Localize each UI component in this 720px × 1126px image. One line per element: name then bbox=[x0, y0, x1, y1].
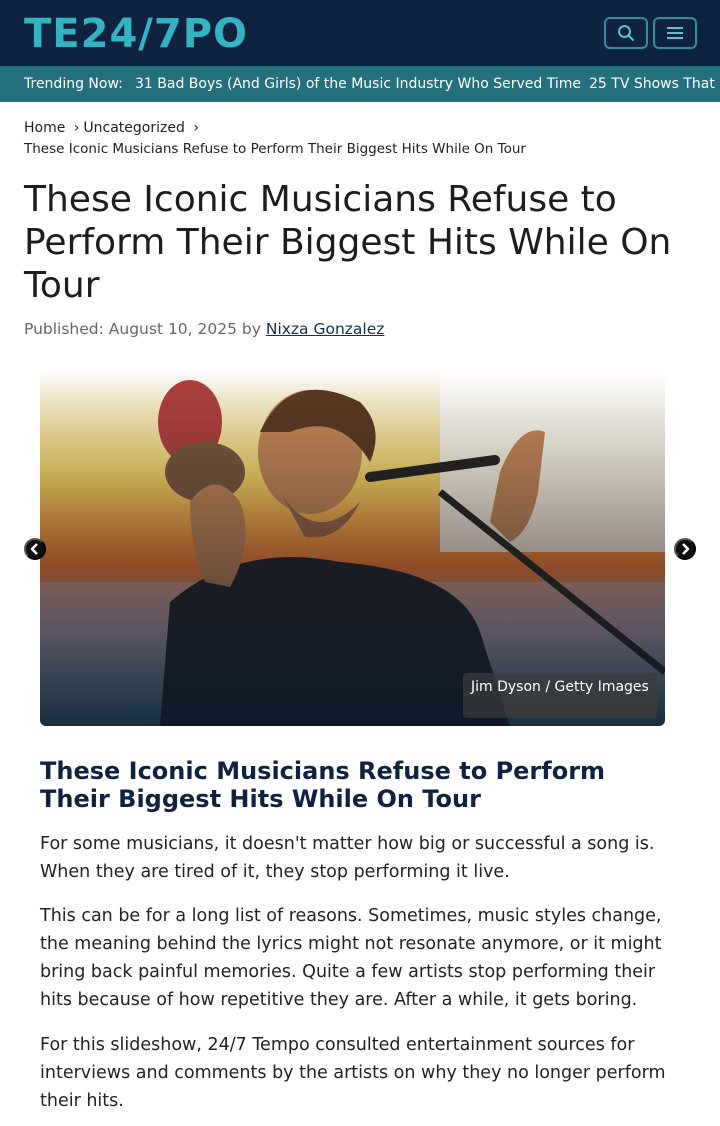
chevron-right-icon bbox=[682, 543, 690, 555]
author-link[interactable]: Nixza Gonzalez bbox=[266, 320, 385, 338]
site-header: TE24/7PO bbox=[0, 0, 720, 66]
body-paragraph: This can be for a long list of reasons. … bbox=[40, 906, 662, 1010]
breadcrumb-separator: › bbox=[73, 120, 80, 136]
trending-bar: Trending Now: 31 Bad Boys (And Girls) of… bbox=[0, 66, 720, 102]
logo-wordmark: TE24/7PO bbox=[24, 11, 249, 57]
body-paragraph: For some musicians, it doesn't matter ho… bbox=[40, 834, 655, 882]
trending-link[interactable]: 31 Bad Boys (And Girls) of the Music Ind… bbox=[135, 66, 581, 102]
published-date: Published: August 10, 2025 by bbox=[24, 320, 261, 338]
breadcrumb: Home › Uncategorized › These Iconic Music… bbox=[24, 118, 704, 160]
breadcrumb-current: These Iconic Musicians Refuse to Perform… bbox=[24, 141, 526, 157]
search-icon bbox=[618, 25, 634, 41]
body-paragraph: For this slideshow, 24/7 Tempo consulted… bbox=[40, 1035, 666, 1111]
image-credit: Jim Dyson / Getty Images bbox=[463, 673, 657, 718]
menu-button[interactable] bbox=[653, 17, 697, 49]
breadcrumb-home[interactable]: Home bbox=[24, 120, 65, 136]
article-meta: Published: August 10, 2025 by Nixza Gonz… bbox=[24, 319, 384, 339]
trending-label: Trending Now: bbox=[24, 76, 123, 92]
trending-link[interactable]: 25 TV Shows That bbox=[589, 66, 715, 102]
hamburger-menu-icon bbox=[667, 27, 683, 39]
breadcrumb-category[interactable]: Uncategorized bbox=[83, 120, 184, 136]
slideshow-prev-button[interactable] bbox=[24, 538, 46, 560]
page-title: These Iconic Musicians Refuse to Perform… bbox=[24, 179, 672, 306]
chevron-left-icon bbox=[30, 543, 38, 555]
slide-heading: These Iconic Musicians Refuse to Perform… bbox=[40, 757, 606, 813]
search-button[interactable] bbox=[604, 17, 648, 49]
site-logo[interactable]: TE24/7PO bbox=[24, 12, 247, 56]
breadcrumb-separator: › bbox=[193, 120, 199, 136]
slideshow-next-button[interactable] bbox=[674, 538, 696, 560]
